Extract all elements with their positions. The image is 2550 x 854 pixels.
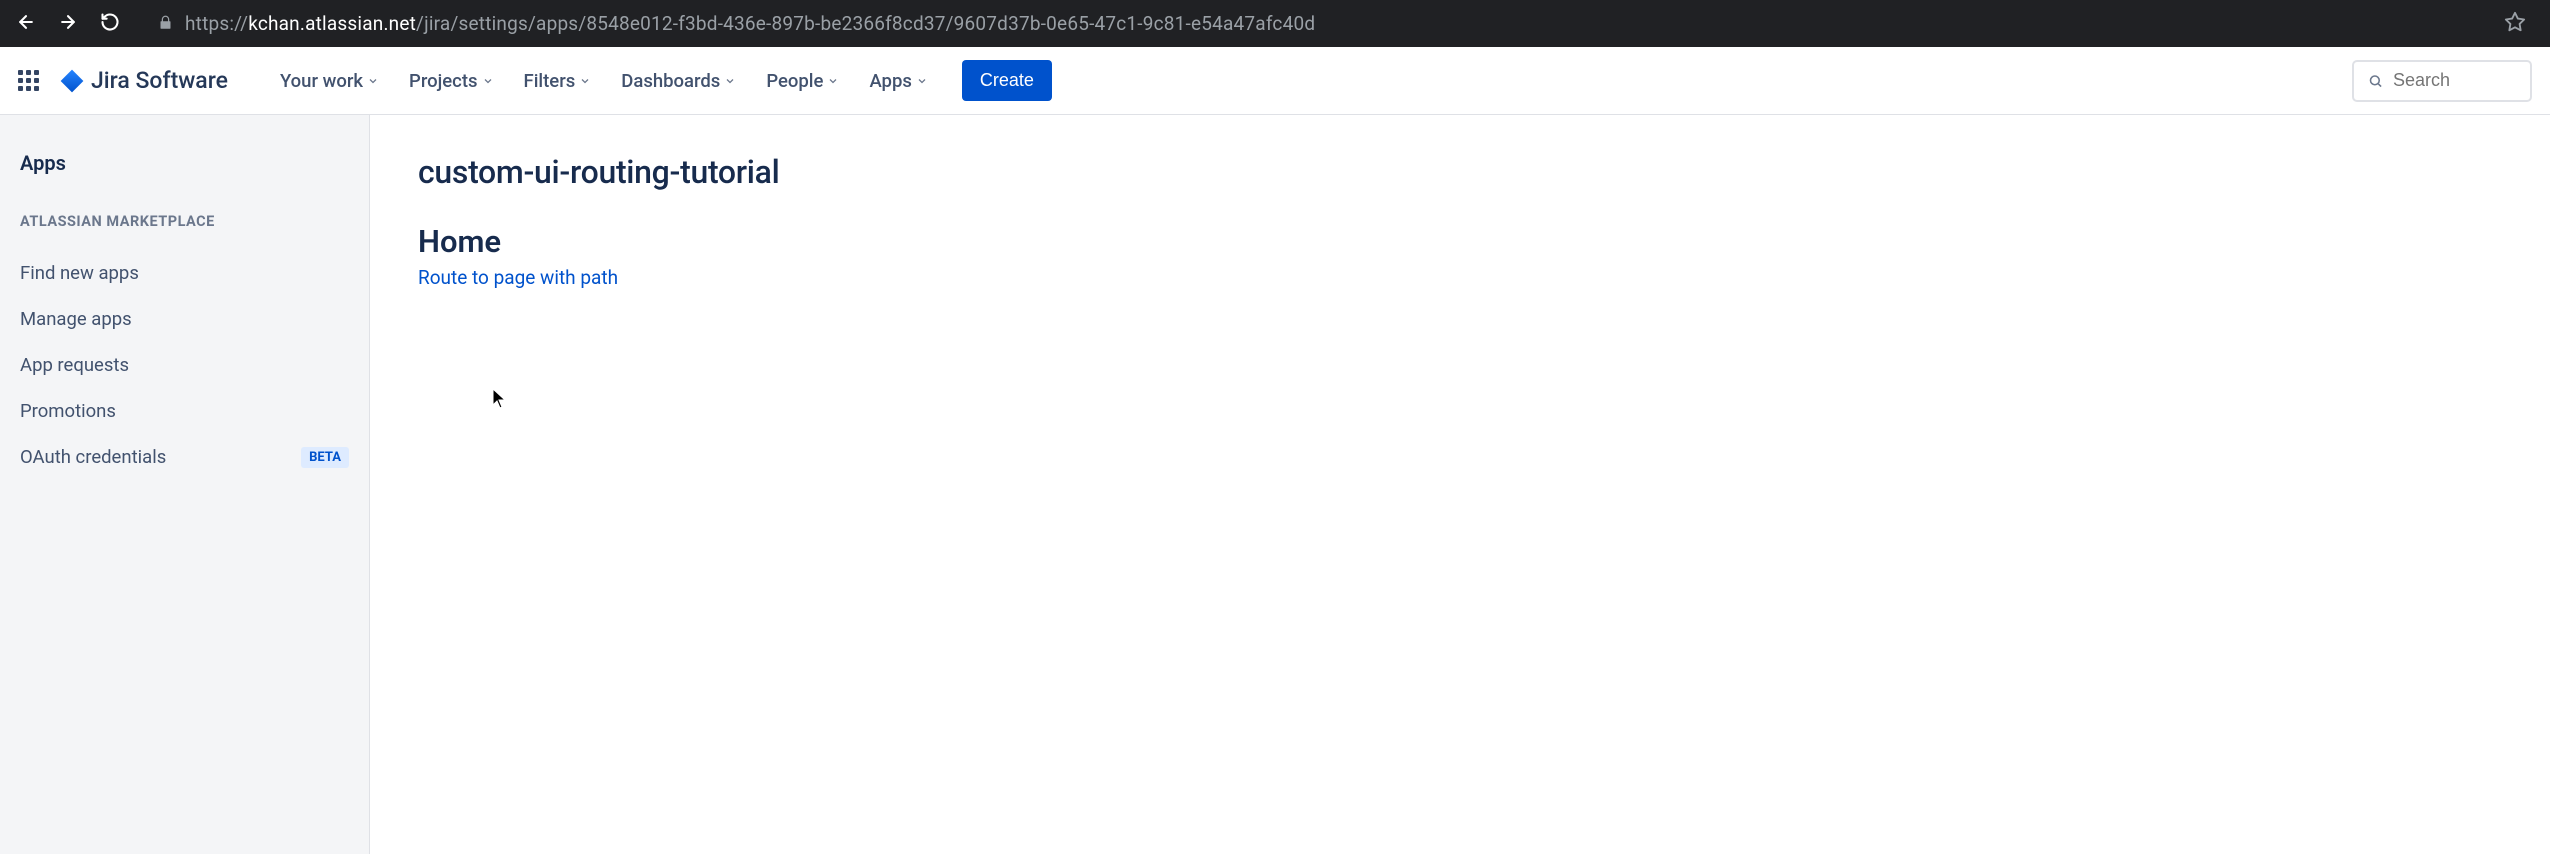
global-search[interactable] bbox=[2352, 60, 2532, 102]
browser-nav-controls bbox=[16, 12, 120, 36]
app-switcher-icon[interactable] bbox=[18, 70, 39, 91]
page-title: custom-ui-routing-tutorial bbox=[418, 153, 2502, 191]
jira-logo[interactable]: Jira Software bbox=[59, 67, 228, 94]
forward-icon[interactable] bbox=[58, 12, 78, 36]
sidebar-item-find-new-apps[interactable]: Find new apps bbox=[20, 250, 349, 296]
sidebar-item-label: App requests bbox=[20, 354, 129, 376]
nav-people[interactable]: People bbox=[752, 64, 853, 98]
back-icon[interactable] bbox=[16, 12, 36, 36]
chevron-down-icon bbox=[724, 75, 736, 87]
chevron-down-icon bbox=[482, 75, 494, 87]
sidebar-item-label: Find new apps bbox=[20, 262, 139, 284]
search-icon bbox=[2368, 72, 2383, 90]
url-text: https://kchan.atlassian.net/jira/setting… bbox=[185, 12, 1315, 35]
sidebar-title: Apps bbox=[20, 151, 349, 175]
nav-apps[interactable]: Apps bbox=[855, 64, 941, 98]
chevron-down-icon bbox=[579, 75, 591, 87]
top-nav: Jira Software Your work Projects Filters… bbox=[0, 47, 2550, 115]
mouse-cursor-icon bbox=[492, 389, 506, 409]
sidebar-item-manage-apps[interactable]: Manage apps bbox=[20, 296, 349, 342]
nav-filters[interactable]: Filters bbox=[510, 64, 606, 98]
nav-dashboards[interactable]: Dashboards bbox=[607, 64, 750, 98]
nav-your-work[interactable]: Your work bbox=[266, 64, 393, 98]
sidebar: Apps ATLASSIAN MARKETPLACE Find new apps… bbox=[0, 115, 370, 854]
chevron-down-icon bbox=[916, 75, 928, 87]
sidebar-item-label: OAuth credentials bbox=[20, 446, 166, 468]
product-name: Jira Software bbox=[91, 67, 228, 94]
chevron-down-icon bbox=[367, 75, 379, 87]
main-content: custom-ui-routing-tutorial Home Route to… bbox=[370, 115, 2550, 854]
sidebar-item-oauth-credentials[interactable]: OAuth credentials BETA bbox=[20, 434, 349, 480]
beta-badge: BETA bbox=[301, 447, 349, 468]
reload-icon[interactable] bbox=[100, 12, 120, 36]
search-input[interactable] bbox=[2393, 70, 2516, 91]
sidebar-item-label: Manage apps bbox=[20, 308, 132, 330]
chevron-down-icon bbox=[827, 75, 839, 87]
sidebar-item-label: Promotions bbox=[20, 400, 116, 422]
subpage-title: Home bbox=[418, 223, 2502, 260]
nav-items: Your work Projects Filters Dashboards Pe… bbox=[266, 60, 1052, 101]
sidebar-section-heading: ATLASSIAN MARKETPLACE bbox=[20, 213, 349, 230]
create-button[interactable]: Create bbox=[962, 60, 1052, 101]
lock-icon bbox=[158, 12, 173, 35]
nav-projects[interactable]: Projects bbox=[395, 64, 508, 98]
browser-chrome: https://kchan.atlassian.net/jira/setting… bbox=[0, 0, 2550, 47]
star-icon[interactable] bbox=[2504, 11, 2526, 37]
sidebar-item-app-requests[interactable]: App requests bbox=[20, 342, 349, 388]
address-bar[interactable]: https://kchan.atlassian.net/jira/setting… bbox=[158, 12, 2492, 35]
layout: Apps ATLASSIAN MARKETPLACE Find new apps… bbox=[0, 115, 2550, 854]
route-link[interactable]: Route to page with path bbox=[418, 266, 618, 289]
sidebar-item-promotions[interactable]: Promotions bbox=[20, 388, 349, 434]
